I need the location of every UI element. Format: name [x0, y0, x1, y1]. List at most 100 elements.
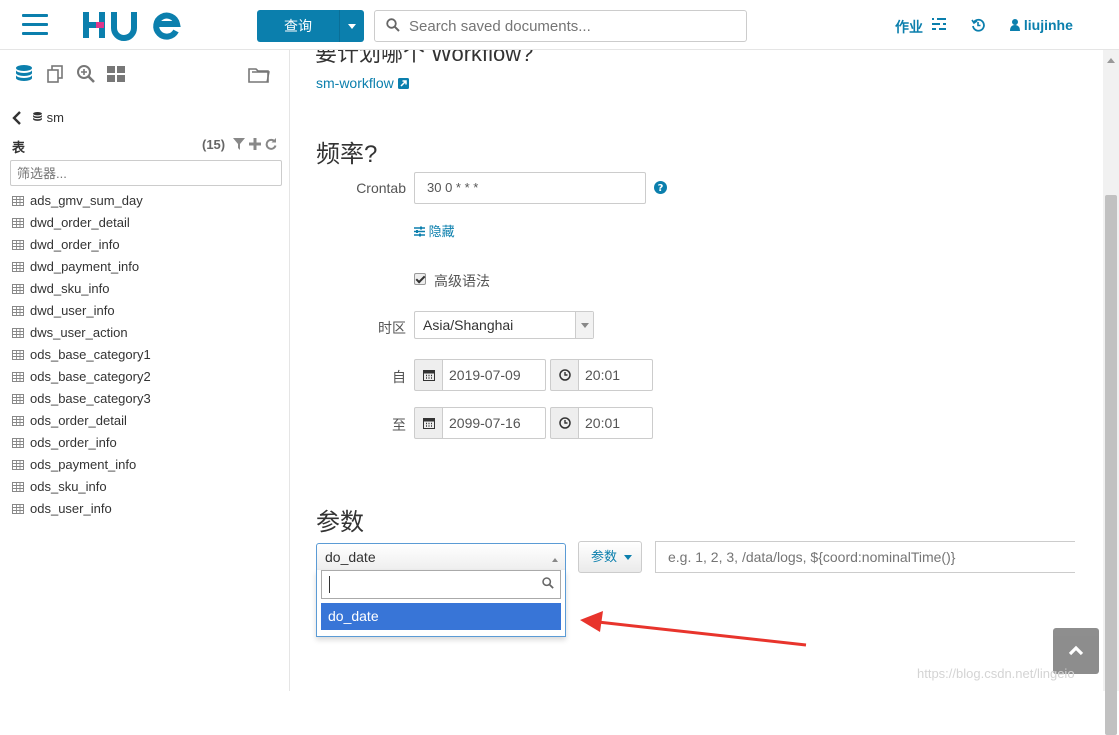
- table-list-item[interactable]: dwd_order_info: [12, 234, 151, 256]
- menu-hamburger-icon[interactable]: [22, 14, 48, 36]
- table-list-item[interactable]: ads_gmv_sum_day: [12, 190, 151, 212]
- search-icon: [542, 577, 554, 589]
- to-time-input[interactable]: 20:01: [579, 407, 653, 439]
- table-icon: [12, 460, 24, 470]
- timezone-select[interactable]: Asia/Shanghai: [414, 311, 594, 339]
- text-cursor: [329, 576, 330, 593]
- param-dropdown: do_date: [316, 570, 566, 637]
- database-icon[interactable]: [14, 64, 34, 84]
- table-list-item[interactable]: ods_payment_info: [12, 454, 151, 476]
- table-list-item[interactable]: dwd_payment_info: [12, 256, 151, 278]
- table-icon: [12, 284, 24, 294]
- table-name: ods_order_detail: [30, 413, 127, 428]
- scroll-up-arrow-icon[interactable]: [1107, 54, 1115, 63]
- folder-open-icon[interactable]: [248, 64, 272, 84]
- table-icon: [12, 372, 24, 382]
- to-date-input[interactable]: 2099-07-16: [443, 407, 546, 439]
- workflow-question-heading: 要计划哪个 Workflow?: [315, 50, 534, 66]
- table-name: ods_payment_info: [30, 457, 137, 472]
- database-breadcrumb[interactable]: sm: [32, 110, 64, 125]
- table-icon: [12, 240, 24, 250]
- param-value-input[interactable]: [655, 541, 1075, 573]
- hide-toggle-link[interactable]: 隐藏: [414, 221, 455, 240]
- search-input[interactable]: [374, 10, 747, 42]
- table-list-item[interactable]: ods_base_category2: [12, 366, 151, 388]
- chevron-up-icon: [1068, 645, 1084, 656]
- table-name: dwd_order_detail: [30, 215, 130, 230]
- hue-logo[interactable]: [82, 6, 182, 44]
- dropdown-option-do-date[interactable]: do_date: [321, 603, 561, 630]
- clock-icon: [559, 369, 571, 381]
- to-label: 至: [392, 417, 406, 433]
- table-name: ods_base_category1: [30, 347, 151, 362]
- calendar-addon: [414, 407, 443, 439]
- table-icon: [12, 350, 24, 360]
- advanced-syntax-label: 高级语法: [434, 273, 490, 289]
- table-list-item[interactable]: ods_sku_info: [12, 476, 151, 498]
- table-list-item[interactable]: ods_user_info: [12, 498, 151, 520]
- table-name: ods_base_category2: [30, 369, 151, 384]
- table-icon: [12, 262, 24, 272]
- table-icon: [12, 438, 24, 448]
- param-selected-value: do_date: [325, 549, 376, 565]
- filter-icon[interactable]: [233, 138, 245, 150]
- sliders-icon: [414, 226, 425, 237]
- history-icon[interactable]: [971, 18, 985, 32]
- workflow-link[interactable]: sm-workflow: [316, 75, 409, 91]
- workflow-link-label: sm-workflow: [316, 75, 394, 91]
- back-chevron-icon[interactable]: [12, 111, 22, 125]
- table-icon: [12, 218, 24, 228]
- chevron-down-icon: [575, 312, 593, 338]
- table-name: dwd_sku_info: [30, 281, 110, 296]
- jobs-list-icon[interactable]: [932, 18, 946, 30]
- table-list-item[interactable]: dwd_order_detail: [12, 212, 151, 234]
- table-name: dws_user_action: [30, 325, 128, 340]
- table-list-item[interactable]: ods_base_category1: [12, 344, 151, 366]
- frequency-title: 频率?: [316, 141, 378, 168]
- add-icon[interactable]: [249, 138, 261, 150]
- dropdown-search-input[interactable]: [321, 570, 561, 599]
- table-list-item[interactable]: ods_base_category3: [12, 388, 151, 410]
- table-name: dwd_payment_info: [30, 259, 140, 274]
- param-name-select[interactable]: do_date: [316, 543, 566, 571]
- query-button[interactable]: 查询: [257, 10, 339, 42]
- refresh-icon[interactable]: [265, 138, 277, 150]
- search-icon: [386, 18, 400, 32]
- database-name: sm: [46, 110, 64, 125]
- table-list-item[interactable]: dwd_sku_info: [12, 278, 151, 300]
- watermark-text: https://blog.csdn.net/lingeio: [917, 666, 1075, 681]
- from-time-input[interactable]: 20:01: [579, 359, 653, 391]
- user-menu[interactable]: liujinhe: [1010, 17, 1073, 33]
- table-list-item[interactable]: dws_user_action: [12, 322, 151, 344]
- user-icon: [1010, 19, 1020, 31]
- clock-addon: [550, 359, 579, 391]
- zoom-search-icon[interactable]: [76, 64, 96, 84]
- advanced-syntax-checkbox[interactable]: [414, 273, 426, 285]
- jobs-link[interactable]: 作业: [895, 17, 923, 37]
- table-icon: [12, 394, 24, 404]
- calendar-icon: [423, 418, 435, 429]
- clock-icon: [559, 417, 571, 429]
- username: liujinhe: [1023, 17, 1073, 33]
- table-list-item[interactable]: ods_order_detail: [12, 410, 151, 432]
- page-scrollbar[interactable]: [1103, 50, 1119, 735]
- params-title: 参数: [316, 509, 364, 536]
- query-dropdown-caret[interactable]: [339, 10, 364, 42]
- table-name: dwd_order_info: [30, 237, 120, 252]
- table-list-item[interactable]: dwd_user_info: [12, 300, 151, 322]
- table-list-item[interactable]: ods_order_info: [12, 432, 151, 454]
- help-icon[interactable]: ?: [654, 181, 667, 194]
- left-assist-panel: sm 表 (15) ads_gmv_sum_day dwd_order_detai…: [0, 50, 290, 691]
- scrollbar-thumb[interactable]: [1105, 195, 1117, 735]
- crontab-input[interactable]: 30 0 * * *: [414, 172, 646, 204]
- documents-icon[interactable]: [46, 64, 66, 84]
- schedule-editor: 要计划哪个 Workflow? sm-workflow 频率? Crontab …: [291, 50, 1103, 691]
- clock-addon: [550, 407, 579, 439]
- table-filter-input[interactable]: [10, 160, 282, 186]
- param-type-button[interactable]: 参数: [578, 541, 642, 573]
- grid-apps-icon[interactable]: [106, 64, 126, 84]
- crontab-label: Crontab: [356, 180, 406, 196]
- from-date-input[interactable]: 2019-07-09: [443, 359, 546, 391]
- table-icon: [12, 328, 24, 338]
- table-name: ods_base_category3: [30, 391, 151, 406]
